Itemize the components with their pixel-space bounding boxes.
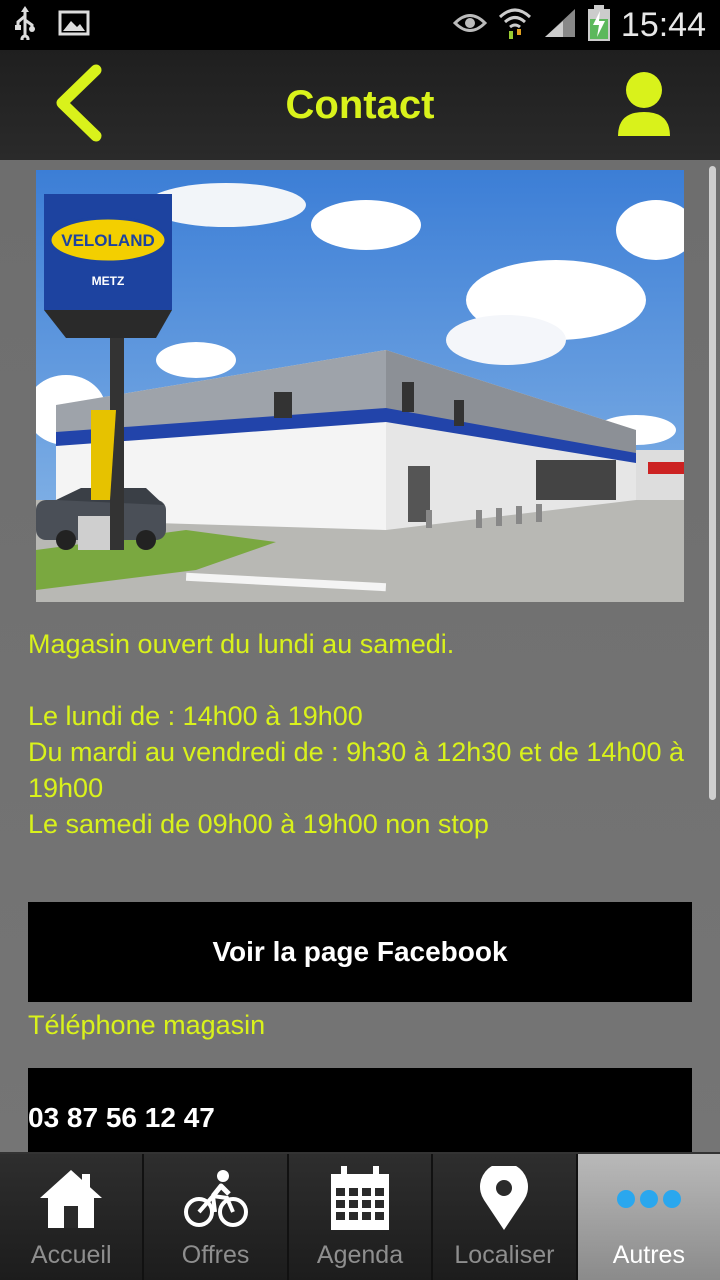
- tab-autres[interactable]: Autres: [577, 1154, 720, 1280]
- map-pin-icon: [480, 1166, 529, 1230]
- content-area[interactable]: VELOLAND METZ Magasin ouvert du lundi au…: [0, 160, 720, 1152]
- tab-label-accueil: Accueil: [30, 1241, 112, 1269]
- wifi-icon: [497, 5, 533, 45]
- tab-accueil[interactable]: Accueil: [0, 1154, 145, 1280]
- cyclist-icon: [183, 1170, 248, 1227]
- hours-tue-fri: Du mardi au vendredi de : 9h30 à 12h30 e…: [28, 737, 684, 803]
- calendar-icon: [331, 1166, 390, 1230]
- image-icon: [58, 10, 90, 40]
- tab-label-autres: Autres: [612, 1241, 685, 1269]
- back-button[interactable]: [48, 58, 118, 148]
- tab-localiser[interactable]: Localiser: [433, 1154, 578, 1280]
- app-header: Contact: [0, 50, 720, 160]
- usb-icon: [14, 6, 36, 44]
- hours-monday: Le lundi de : 14h00 à 19h00: [28, 701, 363, 731]
- hours-saturday: Le samedi de 09h00 à 19h00 non stop: [28, 809, 489, 839]
- more-dots-icon: [616, 1190, 681, 1208]
- sign-text: VELOLAND: [61, 231, 155, 250]
- opening-hours: Magasin ouvert du lundi au samedi. Le lu…: [28, 626, 698, 842]
- tab-label-agenda: Agenda: [316, 1241, 404, 1269]
- battery-charging-icon: [587, 5, 611, 45]
- sign-subtext: METZ: [92, 274, 125, 288]
- phone-label: Téléphone magasin: [28, 1010, 266, 1040]
- signal-icon: [543, 7, 577, 43]
- home-icon: [40, 1170, 103, 1228]
- status-bar: 15:44: [0, 0, 720, 50]
- chevron-left-icon: [56, 64, 102, 142]
- phone-number-button[interactable]: 03 87 56 12 47: [28, 1068, 692, 1152]
- tab-agenda[interactable]: Agenda: [288, 1154, 434, 1280]
- status-time: 15:44: [620, 5, 706, 44]
- profile-button[interactable]: [614, 70, 674, 142]
- tab-label-localiser: Localiser: [454, 1241, 555, 1269]
- user-icon: [618, 72, 670, 136]
- store-photo: VELOLAND METZ: [36, 170, 684, 602]
- scrollbar[interactable]: [709, 166, 716, 800]
- eye-icon: [452, 12, 488, 38]
- facebook-button[interactable]: Voir la page Facebook: [28, 902, 692, 1002]
- bottom-tab-bar: Accueil Offres Agenda Localiser Autres: [0, 1152, 720, 1280]
- hours-intro: Magasin ouvert du lundi au samedi.: [28, 629, 455, 659]
- page-title: Contact: [285, 82, 435, 127]
- tab-label-offres: Offres: [181, 1241, 250, 1269]
- tab-offres[interactable]: Offres: [144, 1154, 289, 1280]
